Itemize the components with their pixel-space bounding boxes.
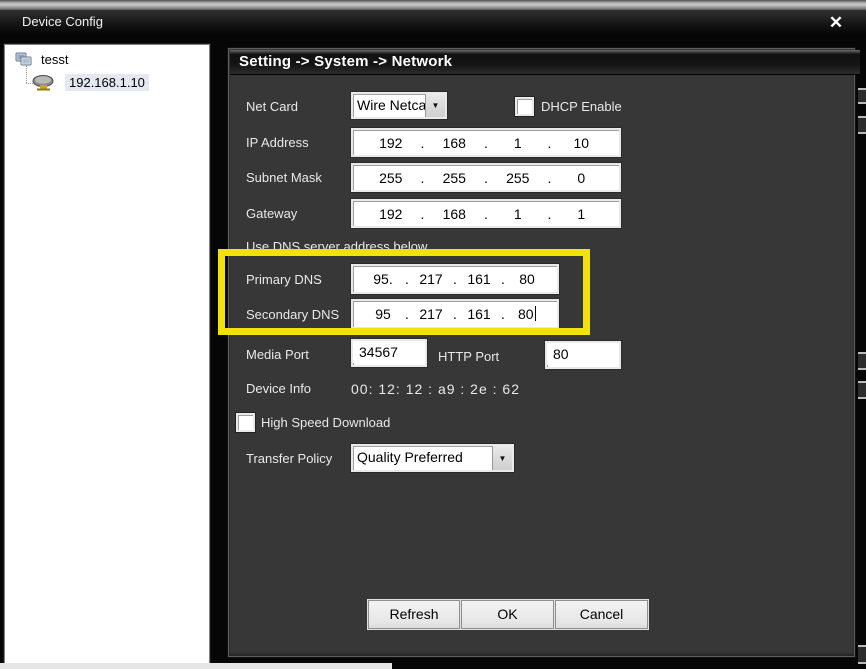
net-card-label: Net Card <box>246 99 298 114</box>
ip-octet: 161 <box>459 271 499 287</box>
media-port-field-frame <box>351 339 427 367</box>
window-title: Device Config <box>22 14 103 29</box>
refresh-button[interactable]: Refresh <box>368 600 460 629</box>
breadcrumb-header: Setting -> System -> Network <box>230 50 860 75</box>
window-bottom-edge <box>0 663 392 669</box>
octet-separator: . <box>499 271 507 287</box>
primary-dns-label: Primary DNS <box>246 272 322 287</box>
dhcp-label: DHCP Enable <box>541 99 622 114</box>
subnet-mask-field[interactable]: 255. 255. 255. 0 <box>351 163 621 192</box>
tree-item-group[interactable]: tesst <box>15 50 68 68</box>
ip-octet: 1 <box>490 135 546 151</box>
ip-octet: 95 <box>363 306 403 322</box>
ip-octet: 217 <box>411 306 451 322</box>
secondary-dns-label: Secondary DNS <box>246 307 339 322</box>
octet-separator: . <box>403 306 411 322</box>
device-icon <box>31 74 57 91</box>
octet-separator: . <box>482 206 490 222</box>
octet-separator: . <box>546 135 554 151</box>
gateway-field[interactable]: 192. 168. 1. 1 <box>351 199 621 228</box>
primary-dns-field[interactable]: 95.. 217. 161. 80 <box>351 264 559 294</box>
ip-octet: 161 <box>459 306 499 322</box>
secondary-dns-field[interactable]: 95. 217. 161. 80 <box>351 299 559 329</box>
clipped-edge-fragment <box>858 381 866 399</box>
octet-separator: . <box>419 170 427 186</box>
octet-separator: . <box>419 135 427 151</box>
ip-octet: 10 <box>554 135 610 151</box>
octet-separator: . <box>499 306 507 322</box>
subnet-mask-label: Subnet Mask <box>246 170 322 185</box>
octet-separator: . <box>482 135 490 151</box>
octet-separator: . <box>482 170 490 186</box>
ip-octet: 80 <box>507 271 547 287</box>
ip-octet: 192 <box>363 206 419 222</box>
title-bar: Device Config <box>0 10 866 37</box>
high-speed-download-checkbox[interactable] <box>236 413 255 432</box>
octet-separator: . <box>419 206 427 222</box>
transfer-policy-value: Quality Preferred <box>353 446 492 470</box>
ip-octet: 80 <box>507 306 547 322</box>
ip-octet: 192 <box>363 135 419 151</box>
window-top-gloss <box>0 0 866 10</box>
http-port-field-frame <box>545 341 621 369</box>
ip-octet: 1 <box>554 206 610 222</box>
ok-button[interactable]: OK <box>461 600 554 629</box>
close-icon[interactable]: ✕ <box>824 12 848 34</box>
ip-octet: 217 <box>411 271 451 287</box>
clipped-edge-fragment <box>858 116 866 134</box>
octet-separator: . <box>546 206 554 222</box>
ip-octet: 95. <box>363 271 403 287</box>
device-group-icon <box>15 52 33 67</box>
network-settings-panel: Setting -> System -> Network Net Card Wi… <box>228 48 855 657</box>
octet-separator: . <box>451 306 459 322</box>
device-info-label: Device Info <box>246 381 311 396</box>
ip-octet: 1 <box>490 206 546 222</box>
ip-address-label: IP Address <box>246 135 309 150</box>
clipped-edge-fragment <box>858 88 866 104</box>
device-info-value: 00: 12: 12 : a9 : 2e : 62 <box>351 381 520 397</box>
net-card-dropdown[interactable]: Wire Netcard ▼ <box>351 92 447 119</box>
http-port-input[interactable] <box>547 343 619 365</box>
net-card-value: Wire Netcard <box>353 94 425 117</box>
ip-octet: 168 <box>427 135 483 151</box>
ip-octet: 255 <box>427 170 483 186</box>
octet-separator: . <box>403 271 411 287</box>
cancel-button[interactable]: Cancel <box>555 600 648 629</box>
ip-octet: 255 <box>363 170 419 186</box>
device-tree-panel: tesst 192.168.1.10 <box>4 44 210 665</box>
high-speed-download-label: High Speed Download <box>261 415 390 430</box>
tree-group-label: tesst <box>41 52 68 67</box>
clipped-edge-fragment <box>858 352 866 370</box>
media-port-input[interactable] <box>353 341 425 363</box>
transfer-policy-dropdown[interactable]: Quality Preferred ▼ <box>351 444 514 472</box>
gateway-label: Gateway <box>246 206 297 221</box>
ip-octet: 0 <box>554 170 610 186</box>
ip-octet: 255 <box>490 170 546 186</box>
transfer-policy-label: Transfer Policy <box>246 451 332 466</box>
text-caret <box>535 306 537 321</box>
chevron-down-icon[interactable]: ▼ <box>425 94 445 117</box>
clipped-edge-fragment <box>858 645 866 664</box>
dns-note-label: Use DNS server address below <box>246 239 427 254</box>
ip-octet: 168 <box>427 206 483 222</box>
octet-separator: . <box>451 271 459 287</box>
octet-separator: . <box>546 170 554 186</box>
tree-item-device[interactable]: 192.168.1.10 <box>31 71 149 93</box>
device-config-window: Device Config ✕ tesst <box>0 0 866 669</box>
http-port-label: HTTP Port <box>438 349 499 364</box>
media-port-label: Media Port <box>246 347 309 362</box>
tree-device-label: 192.168.1.10 <box>65 74 149 91</box>
dhcp-checkbox[interactable] <box>515 97 534 116</box>
ip-address-field[interactable]: 192. 168. 1. 10 <box>351 128 621 157</box>
chevron-down-icon[interactable]: ▼ <box>492 446 512 470</box>
